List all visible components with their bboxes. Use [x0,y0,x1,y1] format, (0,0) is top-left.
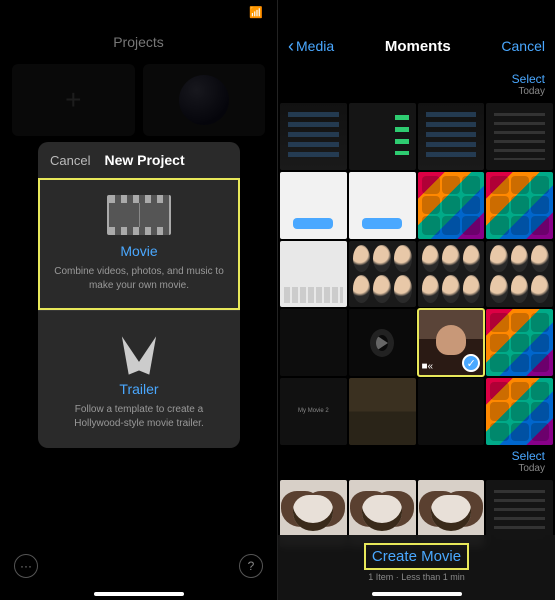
select-button[interactable]: Select [512,449,545,463]
thumb-label: My Movie 2 [298,408,329,414]
help-button[interactable]: ? [239,554,263,578]
thumb[interactable] [486,172,553,239]
modal-title: New Project [104,152,184,168]
home-indicator[interactable] [372,592,462,596]
status-icons: 📶 [249,6,263,19]
day-label: Today [518,463,545,474]
plus-icon: + [65,84,81,116]
thumb[interactable] [280,309,347,376]
back-label: Media [296,38,334,54]
project-tiles: + [0,64,277,136]
trailer-option-desc: Follow a template to create a Hollywood-… [52,403,226,430]
cancel-button[interactable]: Cancel [50,153,90,168]
thumb[interactable] [418,241,485,308]
thumb[interactable] [349,378,416,445]
select-button[interactable]: Select [512,72,545,86]
thumb[interactable] [486,241,553,308]
check-icon: ✓ [462,354,480,372]
film-icon [52,195,226,235]
nav-bar: ‹ Media Moments Cancel [278,24,555,68]
trailer-option[interactable]: Trailer Follow a template to create a Ho… [38,310,240,448]
create-subtext: 1 Item · Less than 1 min [278,572,555,582]
spotlight-icon [52,327,226,373]
bottom-toolbar: ··· ? [0,554,277,578]
modal-header: Cancel New Project [38,142,240,178]
thumb[interactable] [280,103,347,170]
thumb[interactable] [349,103,416,170]
movie-option-title: Movie [52,243,226,259]
section-header: Select Today [278,445,555,480]
create-movie-button[interactable]: Create Movie [366,545,467,568]
thumb[interactable] [280,172,347,239]
thumb[interactable] [349,241,416,308]
thumb[interactable] [486,103,553,170]
section-header: Select Today [278,68,555,103]
video-icon: ■« [422,361,434,372]
thumb[interactable] [418,103,485,170]
media-grid: ■« ✓ My Movie 2 [278,103,555,445]
back-button[interactable]: ‹ Media [288,36,334,57]
trailer-option-title: Trailer [52,381,226,397]
projects-title: Projects [0,24,277,64]
left-screen: 📶 Projects + Cancel New Project Movie Co… [0,0,277,600]
movie-option-desc: Combine videos, photos, and music to mak… [52,265,226,292]
day-label: Today [518,86,545,97]
more-button[interactable]: ··· [14,554,38,578]
status-bar: 📶 [0,0,277,24]
globe-icon [179,75,229,125]
thumb[interactable] [486,378,553,445]
thumb[interactable] [418,378,485,445]
thumb[interactable] [418,172,485,239]
thumb-selected[interactable]: ■« ✓ [418,309,485,376]
movie-option[interactable]: Movie Combine videos, photos, and music … [38,178,240,310]
new-project-modal: Cancel New Project Movie Combine videos,… [38,142,240,448]
add-project-tile[interactable]: + [12,64,135,136]
nav-title: Moments [385,38,451,55]
thumb[interactable] [349,172,416,239]
project-tile[interactable] [143,64,266,136]
right-screen: ‹ Media Moments Cancel Select Today ■« ✓… [277,0,555,600]
create-bar: Create Movie 1 Item · Less than 1 min [278,535,555,600]
thumb[interactable] [280,241,347,308]
chevron-left-icon: ‹ [288,36,294,57]
home-indicator[interactable] [94,592,184,596]
thumb[interactable] [486,309,553,376]
thumb[interactable] [349,309,416,376]
thumb[interactable]: My Movie 2 [280,378,347,445]
cancel-button[interactable]: Cancel [501,38,545,54]
